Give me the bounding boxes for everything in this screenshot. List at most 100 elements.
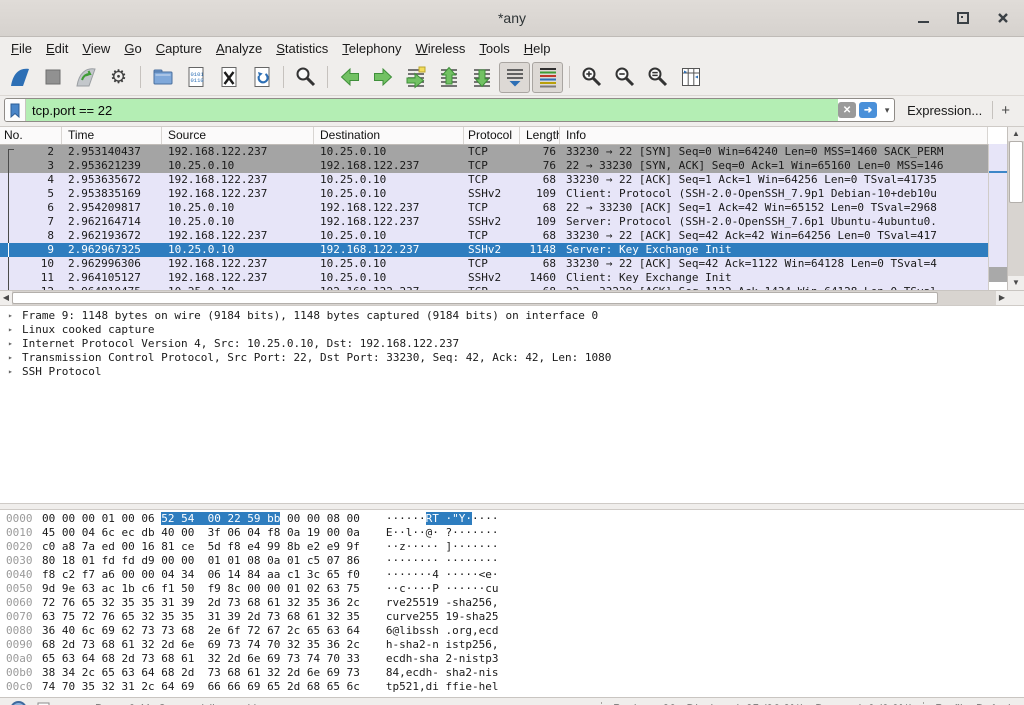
expression-button[interactable]: Expression... xyxy=(895,103,992,118)
scroll-left-icon[interactable]: ◀ xyxy=(0,291,12,305)
display-filter-input[interactable] xyxy=(26,99,838,121)
hex-row-0070[interactable]: 007063 75 72 76 65 32 35 35 31 39 2d 73 … xyxy=(6,610,1024,624)
packet-row-7[interactable]: 72.96216471410.25.0.10192.168.122.237SSH… xyxy=(0,215,988,229)
hex-bytes: 72 76 65 32 35 35 31 39 2d 73 68 61 32 3… xyxy=(42,596,360,609)
menu-statistics[interactable]: Statistics xyxy=(269,39,335,58)
menu-file[interactable]: File xyxy=(4,39,39,58)
menu-edit[interactable]: Edit xyxy=(39,39,75,58)
packet-list-hscrollbar[interactable]: ◀ ▶ xyxy=(0,290,1024,305)
go-to-packet-button[interactable] xyxy=(400,62,431,93)
maximize-button[interactable] xyxy=(954,9,972,27)
menu-capture[interactable]: Capture xyxy=(149,39,209,58)
menu-view[interactable]: View xyxy=(75,39,117,58)
detail-row-0[interactable]: ▸Frame 9: 1148 bytes on wire (9184 bits)… xyxy=(0,309,1024,323)
packet-row-4[interactable]: 42.953635672192.168.122.23710.25.0.10TCP… xyxy=(0,173,988,187)
resize-columns-button[interactable] xyxy=(675,62,706,93)
column-header-destination[interactable]: Destination xyxy=(314,127,464,144)
filter-clear-button[interactable]: ✕ xyxy=(838,102,856,118)
column-header-info[interactable]: Info xyxy=(560,127,988,144)
hex-row-0090[interactable]: 009068 2d 73 68 61 32 2d 6e 69 73 74 70 … xyxy=(6,638,1024,652)
hex-row-0060[interactable]: 006072 76 65 32 35 35 31 39 2d 73 68 61 … xyxy=(6,596,1024,610)
go-back-button[interactable] xyxy=(334,62,365,93)
packet-row-9[interactable]: 92.96296732510.25.0.10192.168.122.237SSH… xyxy=(0,243,988,257)
expand-arrow-icon[interactable]: ▸ xyxy=(0,323,22,337)
menu-wireless[interactable]: Wireless xyxy=(409,39,473,58)
hex-row-00c0[interactable]: 00c074 70 35 32 31 2c 64 69 66 66 69 65 … xyxy=(6,680,1024,694)
hex-row-0010[interactable]: 001045 00 04 6c ec db 40 00 3f 06 04 f8 … xyxy=(6,526,1024,540)
packet-row-3[interactable]: 32.95362123910.25.0.10192.168.122.237TCP… xyxy=(0,159,988,173)
detail-row-1[interactable]: ▸Linux cooked capture xyxy=(0,323,1024,337)
column-header-length[interactable]: Length xyxy=(520,127,560,144)
packet-row-8[interactable]: 82.962193672192.168.122.23710.25.0.10TCP… xyxy=(0,229,988,243)
hex-row-00a0[interactable]: 00a065 63 64 68 2d 73 68 61 32 2d 6e 69 … xyxy=(6,652,1024,666)
stop-capture-button[interactable] xyxy=(37,62,68,93)
hex-row-0040[interactable]: 0040f8 c2 f7 a6 00 00 04 34 06 14 84 aa … xyxy=(6,568,1024,582)
minimize-button[interactable] xyxy=(914,9,932,27)
zoom-out-button[interactable] xyxy=(609,62,640,93)
packet-list-vscrollbar[interactable]: ▲ ▼ xyxy=(1007,127,1024,290)
packet-row-10[interactable]: 102.962996306192.168.122.23710.25.0.10TC… xyxy=(0,257,988,271)
auto-scroll-button[interactable] xyxy=(499,62,530,93)
menu-telephony[interactable]: Telephony xyxy=(335,39,408,58)
packet-row-6[interactable]: 62.95420981710.25.0.10192.168.122.237TCP… xyxy=(0,201,988,215)
hex-row-00b0[interactable]: 00b038 34 2c 65 63 64 68 2d 73 68 61 32 … xyxy=(6,666,1024,680)
zoom-reset-button[interactable] xyxy=(642,62,673,93)
hex-row-0080[interactable]: 008036 40 6c 69 62 73 73 68 2e 6f 72 67 … xyxy=(6,624,1024,638)
column-header-time[interactable]: Time xyxy=(62,127,162,144)
find-packet-icon xyxy=(294,65,318,89)
open-file-button[interactable] xyxy=(147,62,178,93)
go-forward-button[interactable] xyxy=(367,62,398,93)
filter-dropdown-caret-icon[interactable]: ▾ xyxy=(880,105,894,116)
column-header-no[interactable]: No. xyxy=(0,127,62,144)
detail-row-2[interactable]: ▸Internet Protocol Version 4, Src: 10.25… xyxy=(0,337,1024,351)
column-header-source[interactable]: Source xyxy=(162,127,314,144)
packet-row-5[interactable]: 52.953835169192.168.122.23710.25.0.10SSH… xyxy=(0,187,988,201)
hscrollbar-thumb[interactable] xyxy=(12,292,938,304)
detail-row-4[interactable]: ▸SSH Protocol xyxy=(0,365,1024,379)
detail-row-3[interactable]: ▸Transmission Control Protocol, Src Port… xyxy=(0,351,1024,365)
vscrollbar-track[interactable] xyxy=(1008,203,1024,276)
hex-row-0020[interactable]: 0020c0 a8 7a ed 00 16 81 ce 5d f8 e4 99 … xyxy=(6,540,1024,554)
filter-bookmark-button[interactable] xyxy=(5,99,26,121)
scroll-down-icon[interactable]: ▼ xyxy=(1008,276,1024,290)
close-file-button[interactable] xyxy=(213,62,244,93)
packet-list-minimap[interactable] xyxy=(988,144,1007,290)
menu-help[interactable]: Help xyxy=(517,39,558,58)
conversation-bracket xyxy=(8,149,9,159)
filter-apply-button[interactable]: ➜ xyxy=(859,102,877,118)
go-to-top-button[interactable] xyxy=(433,62,464,93)
scroll-right-icon[interactable]: ▶ xyxy=(996,291,1008,305)
go-to-bottom-button[interactable] xyxy=(466,62,497,93)
close-icon xyxy=(997,12,1009,24)
expand-arrow-icon[interactable]: ▸ xyxy=(0,351,22,365)
packet-row-2[interactable]: 22.953140437192.168.122.23710.25.0.10TCP… xyxy=(0,145,988,159)
packet-row-11[interactable]: 112.964105127192.168.122.23710.25.0.10SS… xyxy=(0,271,988,285)
zoom-in-button[interactable] xyxy=(576,62,607,93)
vscrollbar-thumb[interactable] xyxy=(1009,141,1023,203)
close-button[interactable] xyxy=(994,9,1012,27)
expand-arrow-icon[interactable]: ▸ xyxy=(0,309,22,323)
menu-analyze[interactable]: Analyze xyxy=(209,39,269,58)
filter-add-button[interactable]: + xyxy=(993,102,1018,119)
expand-arrow-icon[interactable]: ▸ xyxy=(0,337,22,351)
colorize-button[interactable] xyxy=(532,62,563,93)
capture-options-button[interactable]: ⚙ xyxy=(103,62,134,93)
reload-file-button[interactable] xyxy=(246,62,277,93)
restart-capture-button[interactable] xyxy=(70,62,101,93)
find-packet-button[interactable] xyxy=(290,62,321,93)
save-file-button[interactable]: 01010110 xyxy=(180,62,211,93)
reload-file-icon xyxy=(250,65,274,89)
hscrollbar-track[interactable] xyxy=(938,291,996,305)
expert-info-icon[interactable] xyxy=(10,701,27,705)
packet-row-12[interactable]: 122.96481047510.25.0.10192.168.122.237TC… xyxy=(0,285,988,290)
column-header-protocol[interactable]: Protocol xyxy=(464,127,520,144)
scroll-up-icon[interactable]: ▲ xyxy=(1008,127,1024,141)
pane-splitter[interactable] xyxy=(0,503,1024,510)
start-capture-button[interactable] xyxy=(4,62,35,93)
menu-tools[interactable]: Tools xyxy=(472,39,516,58)
hex-row-0000[interactable]: 000000 00 00 01 00 06 52 54 00 22 59 bb … xyxy=(6,512,1024,526)
hex-row-0030[interactable]: 003080 18 01 fd fd d9 00 00 01 01 08 0a … xyxy=(6,554,1024,568)
expand-arrow-icon[interactable]: ▸ xyxy=(0,365,22,379)
menu-go[interactable]: Go xyxy=(117,39,148,58)
hex-row-0050[interactable]: 00509d 9e 63 ac 1b c6 f1 50 f9 8c 00 00 … xyxy=(6,582,1024,596)
